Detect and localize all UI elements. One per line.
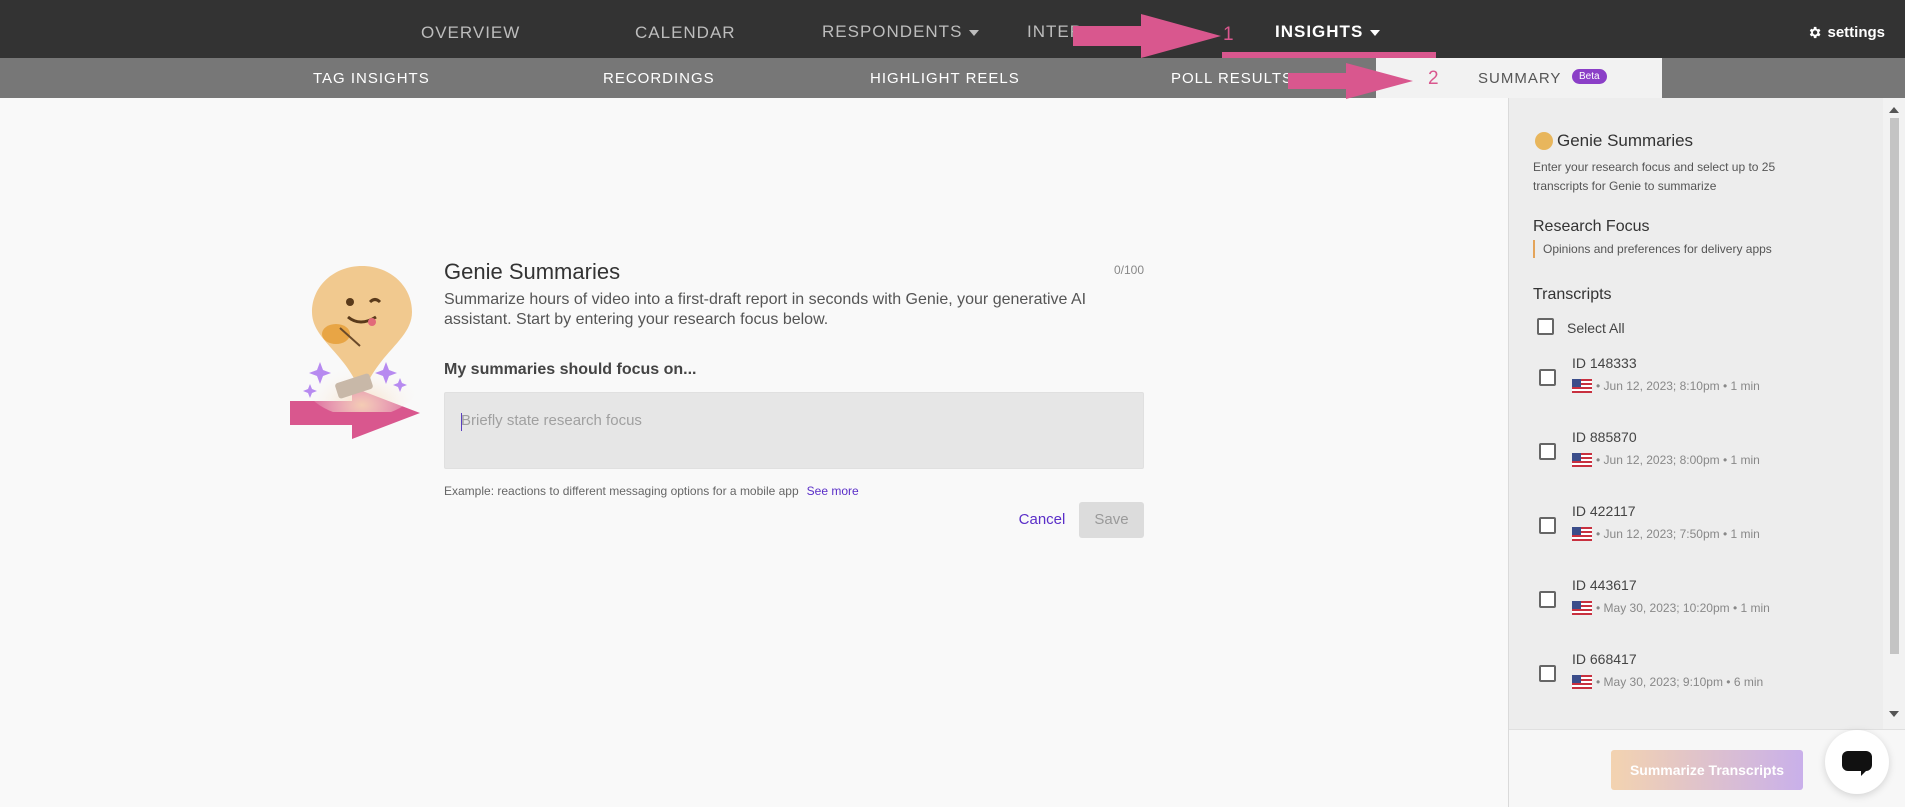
- panel-title: Genie Summaries: [1557, 131, 1694, 150]
- transcript-row[interactable]: ID 668417 • May 30, 2023; 9:10pm • 6 min: [1509, 651, 1879, 725]
- annotation-arrow-1: [1073, 14, 1221, 58]
- subnav-summary-label: SUMMARY: [1478, 70, 1562, 87]
- transcript-id: ID 885870: [1572, 429, 1637, 445]
- annotation-number-1: 1: [1223, 24, 1234, 45]
- transcript-meta-text: • Jun 12, 2023; 8:00pm • 1 min: [1596, 453, 1760, 467]
- transcript-id: ID 443617: [1572, 577, 1637, 593]
- research-focus-placeholder: Briefly state research focus: [461, 412, 642, 429]
- transcript-row[interactable]: ID 443617 • May 30, 2023; 10:20pm • 1 mi…: [1509, 577, 1879, 651]
- nav-insights[interactable]: INSIGHTS: [1275, 22, 1381, 42]
- transcript-meta-text: • Jun 12, 2023; 8:10pm • 1 min: [1596, 379, 1760, 393]
- chevron-down-icon: [969, 29, 980, 36]
- annotation-arrow-2: [1288, 63, 1413, 99]
- us-flag-icon: [1572, 453, 1592, 467]
- example-hint: Example: reactions to different messagin…: [444, 484, 859, 498]
- transcript-row[interactable]: ID 885870 • Jun 12, 2023; 8:00pm • 1 min: [1509, 429, 1879, 503]
- panel-description: Enter your research focus and select up …: [1533, 160, 1776, 193]
- sub-nav: TAG INSIGHTS RECORDINGS HIGHLIGHT REELS …: [0, 58, 1905, 98]
- transcript-id: ID 668417: [1572, 651, 1637, 667]
- research-focus-value: Opinions and preferences for delivery ap…: [1533, 240, 1772, 258]
- us-flag-icon: [1572, 527, 1592, 541]
- gear-icon: [1810, 26, 1821, 39]
- transcript-meta-text: • May 30, 2023; 9:10pm • 6 min: [1596, 675, 1764, 689]
- research-focus-title: Research Focus: [1533, 218, 1650, 235]
- subnav-recordings[interactable]: RECORDINGS: [603, 70, 715, 87]
- cancel-button[interactable]: Cancel: [1008, 502, 1076, 538]
- save-button[interactable]: Save: [1079, 502, 1144, 538]
- transcript-meta: • Jun 12, 2023; 8:10pm • 1 min: [1572, 379, 1760, 393]
- transcript-row[interactable]: ID 148333 • Jun 12, 2023; 8:10pm • 1 min: [1509, 355, 1879, 429]
- us-flag-icon: [1572, 601, 1592, 615]
- us-flag-icon: [1572, 379, 1592, 393]
- nav-calendar[interactable]: CALENDAR: [635, 23, 736, 43]
- annotation-number-2: 2: [1428, 68, 1439, 89]
- settings-label: settings: [1827, 24, 1885, 41]
- chat-bubble-icon: [1842, 751, 1872, 776]
- transcript-id: ID 148333: [1572, 355, 1637, 371]
- top-nav: OVERVIEW CALENDAR RESPONDENTS INTER INSI…: [0, 0, 1905, 58]
- transcript-checkbox[interactable]: [1539, 517, 1556, 534]
- transcript-meta: • Jun 12, 2023; 7:50pm • 1 min: [1572, 527, 1760, 541]
- select-all-label: Select All: [1567, 320, 1625, 336]
- genie-icon: [1535, 132, 1553, 150]
- character-counter: 0/100: [1113, 263, 1144, 277]
- genie-mascot-illustration: [302, 266, 422, 412]
- settings-link[interactable]: settings: [1807, 24, 1885, 41]
- subnav-poll-results[interactable]: POLL RESULTS: [1171, 70, 1293, 87]
- chevron-down-icon: [1370, 29, 1381, 36]
- transcripts-title: Transcripts: [1533, 286, 1612, 303]
- transcript-meta: • May 30, 2023; 9:10pm • 6 min: [1572, 675, 1763, 689]
- subnav-summary[interactable]: SUMMARY Beta: [1376, 58, 1662, 98]
- transcript-checkbox[interactable]: [1539, 443, 1556, 460]
- nav-insights-label: INSIGHTS: [1275, 22, 1364, 41]
- transcript-checkbox[interactable]: [1539, 665, 1556, 682]
- research-focus-input[interactable]: Briefly state research focus: [444, 392, 1144, 469]
- panel-scrollbar[interactable]: [1883, 98, 1905, 729]
- transcript-meta-text: • May 30, 2023; 10:20pm • 1 min: [1596, 601, 1770, 615]
- nav-respondents-label: RESPONDENTS: [822, 22, 963, 41]
- focus-label: My summaries should focus on...: [444, 361, 697, 378]
- transcript-meta-text: • Jun 12, 2023; 7:50pm • 1 min: [1596, 527, 1760, 541]
- beta-badge: Beta: [1572, 69, 1607, 84]
- subnav-highlight-reels[interactable]: HIGHLIGHT REELS: [870, 70, 1020, 87]
- subnav-tag-insights[interactable]: TAG INSIGHTS: [313, 70, 430, 87]
- scroll-up-arrow-icon[interactable]: [1889, 107, 1899, 113]
- summarize-transcripts-button[interactable]: Summarize Transcripts: [1611, 750, 1803, 790]
- page-description: Summarize hours of video into a first-dr…: [444, 291, 1087, 328]
- transcript-meta: • May 30, 2023; 10:20pm • 1 min: [1572, 601, 1770, 615]
- chat-launcher-button[interactable]: [1825, 730, 1889, 794]
- select-all-checkbox[interactable]: [1537, 318, 1554, 335]
- transcript-meta: • Jun 12, 2023; 8:00pm • 1 min: [1572, 453, 1760, 467]
- transcript-id: ID 422117: [1572, 503, 1636, 519]
- scroll-down-arrow-icon[interactable]: [1889, 711, 1899, 717]
- nav-overview[interactable]: OVERVIEW: [421, 23, 520, 43]
- see-more-link[interactable]: See more: [807, 484, 859, 498]
- page-title: Genie Summaries: [444, 259, 621, 284]
- example-text: Example: reactions to different messagin…: [444, 484, 799, 498]
- transcript-row[interactable]: ID 422117 • Jun 12, 2023; 7:50pm • 1 min: [1509, 503, 1879, 577]
- summary-side-panel: Genie Summaries Enter your research focu…: [1508, 98, 1905, 807]
- transcript-checkbox[interactable]: [1539, 369, 1556, 386]
- nav-respondents[interactable]: RESPONDENTS: [822, 22, 980, 42]
- us-flag-icon: [1572, 675, 1592, 689]
- scrollbar-thumb[interactable]: [1890, 118, 1899, 654]
- transcript-checkbox[interactable]: [1539, 591, 1556, 608]
